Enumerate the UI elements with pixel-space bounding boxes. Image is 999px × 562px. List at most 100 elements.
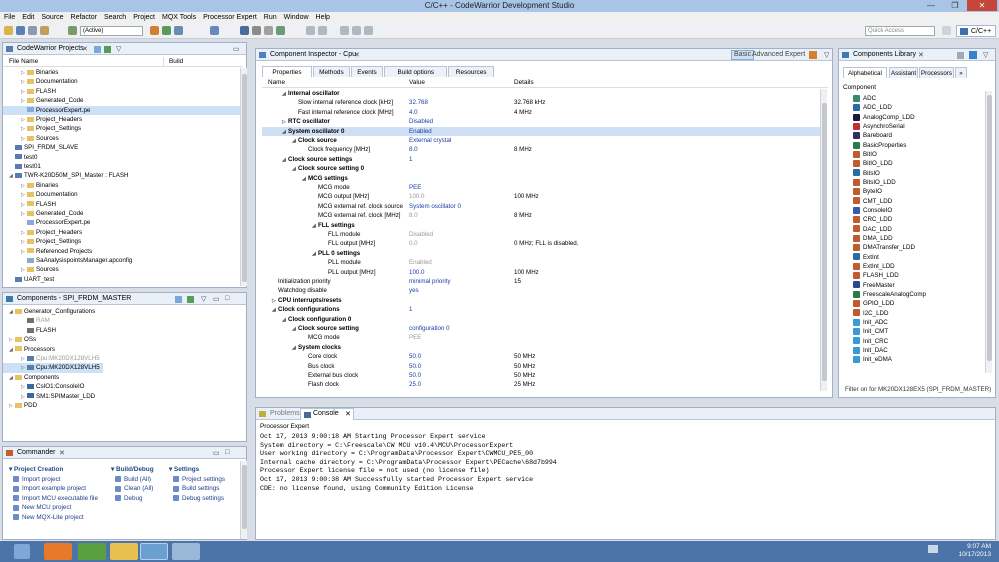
library-item[interactable]: BitIO_LDD [853,159,893,168]
property-value[interactable]: PEE [409,333,421,342]
property-row[interactable]: Clock frequency [MHz] 8.0 8 MHz [262,145,820,154]
library-item[interactable]: I2C_LDD [853,309,888,318]
project-item[interactable]: SPI_FRDM_SLAVE [3,143,240,152]
component-tree-item[interactable]: ◢ Components [3,373,59,382]
back-icon[interactable] [306,26,315,35]
library-item[interactable]: AsynchroSerial [853,122,905,131]
active-config-combo[interactable]: (Active) [80,26,143,36]
save-all-icon[interactable] [28,26,37,35]
property-value[interactable]: 4.0 [409,108,418,117]
tree-item[interactable]: ▷ Project_Headers [3,228,240,237]
search-icon[interactable] [252,26,261,35]
tree-item[interactable]: ▷ Binaries [3,68,240,77]
component-tree-item[interactable]: ▷ Cpu:MK20DX128VLH5 [3,354,100,363]
property-value[interactable]: PEE [409,183,421,192]
property-row[interactable]: ◢ System oscillator 0 Enabled [262,126,820,136]
property-row[interactable]: ◢ Internal oscillator [262,89,820,98]
property-row[interactable]: ◢ MCG settings [262,174,820,183]
property-row[interactable]: Core clock 50.0 50 MHz [262,352,820,361]
library-item[interactable]: Init_ADC [853,318,888,327]
property-row[interactable]: MCG mode PEE [262,333,820,342]
library-item[interactable]: Init_DAC [853,346,888,355]
menu-project[interactable]: Project [133,14,155,21]
component-tree-item[interactable]: ▷ SM1:SPIMaster_LDD [3,392,95,401]
close-tab-icon[interactable]: ✕ [82,45,88,53]
library-item[interactable]: DAC_LDD [853,225,892,234]
link-editor-icon[interactable] [104,46,111,53]
library-item[interactable]: ADC [853,94,876,103]
library-item[interactable]: CRC_LDD [853,215,892,224]
commander-link[interactable]: Debug [115,495,143,502]
clock[interactable]: 9:07 AM 10/17/2013 [958,543,991,559]
link-icon[interactable] [187,296,194,303]
build-icon[interactable] [40,26,49,35]
component-tree-item[interactable]: ◢ Processors [3,345,55,354]
external-tools-icon[interactable] [174,26,183,35]
tree-item[interactable]: ▷ Documentation [3,77,240,86]
property-value[interactable]: 8.0 [409,211,418,220]
collapse-icon[interactable] [957,52,964,59]
property-value[interactable]: 50.0 [409,362,421,371]
commander-tab[interactable]: Commander ✕ ▭ □ [3,447,246,459]
project-item[interactable]: test01 [3,162,240,171]
value-column[interactable]: Value [409,78,425,88]
inspector-tab-methods[interactable]: Methods [313,66,350,77]
property-value[interactable]: 32.768 [409,98,428,107]
view-menu-icon[interactable]: ▽ [201,295,206,303]
library-item[interactable]: BitsIO_LDD [853,178,896,187]
library-item[interactable]: ExtInt_LDD [853,262,895,271]
commander-link[interactable]: Import project [13,476,61,483]
commander-link[interactable]: New MCU project [13,504,71,511]
library-tab[interactable]: Components Library ✕ ▽ [839,49,995,61]
property-value[interactable]: configuration 0 [409,324,450,333]
maximize-view-icon[interactable]: □ [225,295,229,302]
library-tab-0[interactable]: Alphabetical [843,67,887,78]
view-menu-icon[interactable]: ▽ [116,45,121,53]
component-tree-item[interactable]: RAM [3,316,50,325]
commander-link[interactable]: Clean (All) [115,485,153,492]
library-item[interactable]: Init_CMT [853,327,888,336]
commander-link[interactable]: Import example project [13,485,86,492]
property-row[interactable]: MCG external ref. clock [MHz] 8.0 8 MHz [262,211,820,220]
property-row[interactable]: Initialization priority minimal priority 1… [262,277,820,286]
open-perspective-icon[interactable] [942,26,951,35]
library-item[interactable]: AnalogComp_LDD [853,113,915,122]
minimize-view-icon[interactable]: ▭ [233,45,240,53]
projects-tab[interactable]: CodeWarrior Projects ✕ ▽ ▭ [3,43,246,55]
library-item[interactable]: Bareboard [853,131,892,140]
menu-mqx-tools[interactable]: MQX Tools [162,14,196,21]
component-tree-item[interactable]: ▷ PDD [3,401,37,410]
nav-forward-icon[interactable] [364,26,373,35]
network-icon[interactable] [928,545,938,553]
property-row[interactable]: MCG mode PEE [262,183,820,192]
start-button[interactable] [14,544,30,559]
tree-item[interactable]: ▷ Binaries [3,181,240,190]
minimize-view-icon[interactable]: ▭ [213,449,220,457]
app-icon[interactable] [172,543,200,560]
property-row[interactable]: ◢ Clock source setting 0 [262,164,820,173]
open-type-icon[interactable] [264,26,273,35]
console-tab[interactable]: Console ✕ [300,408,354,420]
property-value[interactable]: Disabled [409,230,433,239]
component-tree-item[interactable]: ▷ CsIO1:ConsoleIO [3,382,85,391]
library-item[interactable]: BasicProperties [853,141,906,150]
minimize-button[interactable]: — [919,0,943,11]
tree-item[interactable]: ▷ FLASH [3,87,240,96]
library-item[interactable]: BitIO [853,150,877,159]
new-icon[interactable] [4,26,13,35]
property-row[interactable]: Flash clock 25.0 25 MHz [262,380,820,389]
component-tree-item[interactable]: FLASH [3,326,56,335]
library-item[interactable]: BitsIO [853,169,880,178]
tree-item[interactable]: ▷ Documentation [3,190,240,199]
next-annotation-icon[interactable] [240,26,249,35]
commander-link[interactable]: New MQX-Lite project [13,514,84,521]
collapse-icon[interactable] [175,296,182,303]
tree-item[interactable]: ▷ Generated_Code [3,96,240,105]
inspector-tab-resources[interactable]: Resources [448,66,494,77]
commander-link[interactable]: Debug settings [173,495,224,502]
property-value[interactable]: System oscillator 0 [409,202,461,211]
property-row[interactable]: FLL output [MHz] 0.0 0 MHz; FLL is disable… [262,239,820,248]
property-value[interactable]: 25.0 [409,380,421,389]
run-icon[interactable] [162,26,171,35]
property-row[interactable]: ◢ Clock source setting configuration 0 [262,324,820,333]
